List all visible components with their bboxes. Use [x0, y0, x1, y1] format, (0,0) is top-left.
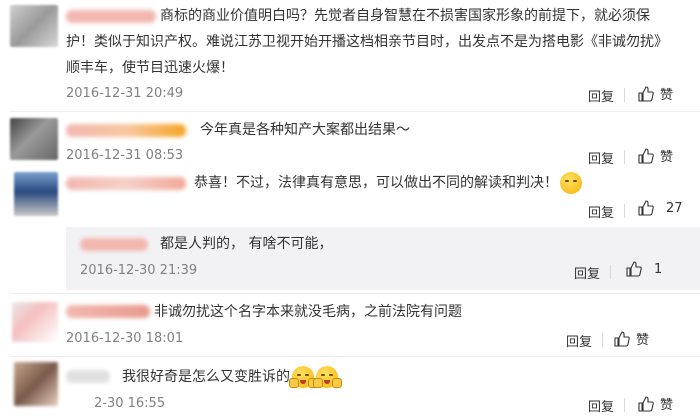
like-label: 赞 [660, 88, 674, 103]
sub-reply-timestamp: 2016-12-30 21:39 [80, 263, 198, 278]
thumbs-up-icon [638, 200, 654, 216]
like-label: 赞 [660, 150, 674, 165]
like-count: 1 [654, 261, 663, 277]
reply-button[interactable]: 回复 [588, 148, 614, 167]
comment-timestamp: 2016-12-30 18:01 [66, 331, 184, 346]
comment-text: 我很好奇是怎么又变胜诉的 [122, 365, 342, 389]
user-avatar[interactable] [10, 118, 58, 160]
reply-button[interactable]: 回复 [566, 331, 592, 350]
like-count: 27 [666, 200, 683, 216]
sub-reply-text: 都是人判的， 有啥不可能， [160, 236, 333, 252]
like-button[interactable]: 赞 [614, 329, 649, 348]
hugging-face-emoji-icon [313, 366, 342, 388]
comment-text: 恭喜！不过，法律真有意思，可以做出不同的解读和判决！ [194, 171, 582, 195]
comment-text-content: 我很好奇是怎么又变胜诉的 [122, 369, 290, 385]
user-avatar[interactable] [10, 5, 58, 47]
thumbs-up-icon [626, 261, 642, 277]
hugging-face-emoji-icon [289, 366, 318, 388]
divider [624, 398, 625, 412]
comment-text: 商标的商业价值明白吗？先觉者自身智慧在不损害国家形象的前提下，就必须保 [160, 8, 650, 24]
thumbs-up-icon [638, 395, 654, 412]
username-blurred[interactable] [80, 238, 148, 251]
user-avatar[interactable] [12, 302, 58, 342]
divider [602, 333, 603, 347]
username-blurred[interactable] [66, 10, 156, 23]
username-blurred[interactable] [66, 370, 110, 383]
like-button[interactable]: 1 [626, 261, 662, 277]
username-blurred[interactable] [66, 124, 186, 137]
divider [624, 88, 625, 102]
divider [610, 265, 611, 279]
comment-timestamp: 2016-12-31 20:49 [66, 86, 184, 101]
comment-timestamp: 2016-12-31 08:53 [66, 148, 184, 163]
thumbs-up-icon [614, 330, 630, 347]
comment-text: 护！类似于知识产权。难说江苏卫视开始开播这档相亲节目时，出发点不是为搭电影《非诚… [66, 34, 668, 50]
reply-button[interactable]: 回复 [574, 263, 600, 282]
reply-button[interactable]: 回复 [588, 202, 614, 221]
comment-divider [10, 293, 700, 294]
comment-timestamp: 2-30 16:55 [94, 396, 166, 411]
user-avatar[interactable] [14, 362, 58, 406]
like-button[interactable]: 赞 [638, 146, 673, 165]
divider [624, 204, 625, 218]
comment-text: 今年真是各种知产大案都出结果～ [200, 122, 410, 138]
comment-text: 顺丰车，使节目迅速火爆！ [66, 60, 234, 76]
reply-button[interactable]: 回复 [588, 396, 614, 415]
like-button[interactable]: 27 [638, 200, 683, 216]
comment-divider [10, 356, 700, 357]
thumbs-up-icon [638, 85, 654, 102]
like-label: 赞 [660, 398, 674, 413]
comment-divider [10, 111, 700, 112]
comment-text: 非诚勿扰这个名字本来就没毛病，之前法院有问题 [154, 304, 462, 320]
sleepy-face-emoji-icon [560, 172, 582, 194]
like-label: 赞 [636, 333, 650, 348]
like-button[interactable]: 赞 [638, 84, 673, 103]
like-button[interactable]: 赞 [638, 394, 673, 413]
reply-button[interactable]: 回复 [588, 86, 614, 105]
thumbs-up-icon [638, 147, 654, 164]
divider [624, 150, 625, 164]
username-blurred[interactable] [66, 305, 150, 318]
user-avatar[interactable] [14, 172, 58, 216]
comment-text-content: 恭喜！不过，法律真有意思，可以做出不同的解读和判决！ [194, 175, 558, 191]
username-blurred[interactable] [66, 177, 186, 190]
